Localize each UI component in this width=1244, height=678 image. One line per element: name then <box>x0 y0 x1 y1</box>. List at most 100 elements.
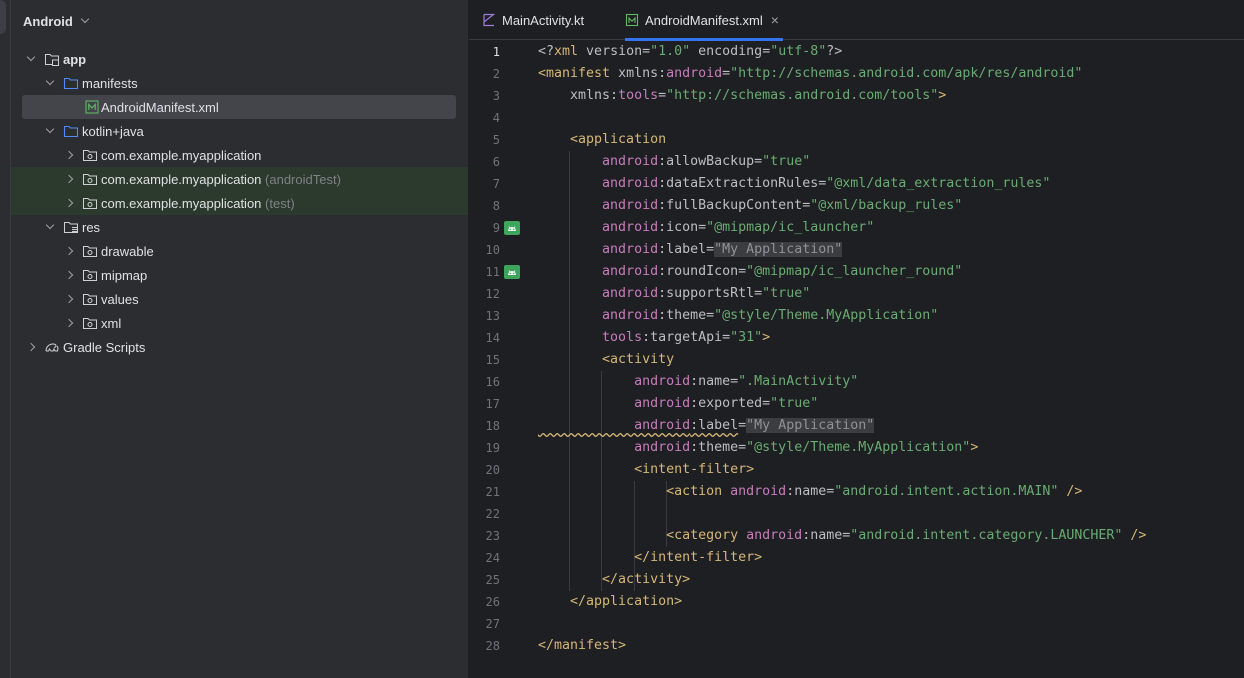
tab-mainactivity[interactable]: MainActivity.kt <box>482 0 584 40</box>
line-number: 23 <box>485 529 500 543</box>
chevron-down-icon[interactable] <box>24 52 38 66</box>
tree-item-androidmanifest[interactable]: AndroidManifest.xml <box>22 95 456 119</box>
code-token: encoding= <box>690 44 771 59</box>
code-token: </application> <box>538 594 683 609</box>
tree-item-label: app <box>63 51 87 67</box>
tree-item-package[interactable]: com.example.myapplication <box>11 143 468 167</box>
project-tool-window: Android app manifests AndroidManifest.xm… <box>11 0 468 678</box>
android-gutter-icon[interactable] <box>504 221 520 235</box>
tree-item-label: com.example.myapplication <box>101 147 262 163</box>
tree-item-label: AndroidManifest.xml <box>101 99 219 115</box>
chevron-down-icon[interactable] <box>43 220 57 234</box>
code-token: "@style/Theme.MyApplication" <box>746 440 971 455</box>
line-number: 22 <box>485 507 500 521</box>
package-icon <box>83 174 97 185</box>
code-token: :theme= <box>690 440 747 455</box>
line-number: 18 <box>485 419 500 433</box>
code-token: :allowBackup= <box>658 154 763 169</box>
code-token: android <box>538 264 659 279</box>
folder-icon <box>63 125 79 138</box>
chevron-right-icon[interactable] <box>62 292 76 306</box>
manifest-file-icon <box>85 100 99 114</box>
code-token: "31" <box>730 330 763 345</box>
code-token: /> <box>1122 528 1147 543</box>
package-icon <box>83 318 97 329</box>
code-token: <? <box>538 44 555 59</box>
package-icon <box>83 270 97 281</box>
code-token: </manifest> <box>538 638 627 653</box>
tree-item-label: com.example.myapplication <box>101 195 262 211</box>
code-token: "true" <box>770 396 819 411</box>
line-number: 21 <box>485 485 500 499</box>
tree-item-xml[interactable]: xml <box>11 311 468 335</box>
tool-window-button[interactable] <box>0 0 6 34</box>
tree-item-mipmap[interactable]: mipmap <box>11 263 468 287</box>
code-token: <action <box>538 484 731 499</box>
tree-item-package-test[interactable]: com.example.myapplication (test) <box>11 191 468 215</box>
tab-label: AndroidManifest.xml <box>645 12 763 28</box>
code-token: xmlns: <box>618 66 667 81</box>
chevron-right-icon[interactable] <box>62 172 76 186</box>
chevron-right-icon[interactable] <box>62 316 76 330</box>
code-token: </activity> <box>538 572 691 587</box>
line-number: 12 <box>485 287 500 301</box>
code-token: android <box>538 308 659 323</box>
chevron-right-icon[interactable] <box>62 268 76 282</box>
chevron-down-icon[interactable] <box>43 76 57 90</box>
code-token: :exported= <box>690 396 771 411</box>
line-number: 2 <box>492 67 500 81</box>
line-number: 19 <box>485 441 500 455</box>
code-token: </intent-filter> <box>538 550 763 565</box>
code-line: </manifest> <box>538 635 626 657</box>
package-icon <box>83 294 97 305</box>
close-icon[interactable]: × <box>771 12 779 28</box>
code-editor: MainActivity.kt AndroidManifest.xml × 12… <box>469 0 1244 678</box>
line-number: 15 <box>485 353 500 367</box>
tab-androidmanifest[interactable]: AndroidManifest.xml × <box>625 0 783 41</box>
tree-item-app[interactable]: app <box>11 47 468 71</box>
line-number: 11 <box>485 265 500 279</box>
code-token: = <box>738 418 747 433</box>
android-gutter-icon[interactable] <box>504 265 520 279</box>
tree-item-label: kotlin+java <box>82 123 144 139</box>
tree-item-label: drawable <box>101 243 154 259</box>
tree-item-package-androidtest[interactable]: com.example.myapplication (androidTest) <box>11 167 468 191</box>
code-area[interactable]: <?xml version="1.0" encoding="utf-8"?> <m… <box>538 41 1244 678</box>
tree-item-label: Gradle Scripts <box>63 339 146 355</box>
project-view-selector[interactable]: Android <box>11 0 468 42</box>
chevron-right-icon[interactable] <box>24 340 38 354</box>
code-line: <application <box>538 129 666 151</box>
code-token: android <box>538 242 659 257</box>
code-token: :targetApi= <box>642 330 731 345</box>
code-line: <?xml version="1.0" encoding="utf-8"?> <box>538 41 842 63</box>
code-token: :icon= <box>658 220 707 235</box>
module-folder-icon <box>45 54 59 66</box>
chevron-right-icon[interactable] <box>62 244 76 258</box>
code-token: android <box>538 374 691 389</box>
code-token: "@mipmap/ic_launcher" <box>706 220 875 235</box>
tree-item-gradle-scripts[interactable]: Gradle Scripts <box>11 335 468 359</box>
code-line: android:icon="@mipmap/ic_launcher" <box>538 217 874 239</box>
code-token: "My Application" <box>746 418 875 433</box>
tree-item-suffix: (test) <box>265 195 295 211</box>
tree-item-kotlin-java[interactable]: kotlin+java <box>11 119 468 143</box>
package-icon <box>83 150 97 161</box>
tree-item-manifests[interactable]: manifests <box>11 71 468 95</box>
tab-label: MainActivity.kt <box>502 12 585 28</box>
code-token: <intent-filter> <box>538 462 755 477</box>
code-token: tools <box>618 88 659 103</box>
tree-item-suffix: (androidTest) <box>265 171 341 187</box>
tree-item-res[interactable]: res <box>11 215 468 239</box>
line-number: 16 <box>485 375 500 389</box>
tree-item-values[interactable]: values <box>11 287 468 311</box>
code-line: <manifest xmlns:android="http://schemas.… <box>538 63 1082 85</box>
tree-item-drawable[interactable]: drawable <box>11 239 468 263</box>
code-token: version= <box>578 44 651 59</box>
code-token: :fullBackupContent= <box>658 198 811 213</box>
chevron-down-icon[interactable] <box>43 124 57 138</box>
code-token: "@style/Theme.MyApplication" <box>714 308 939 323</box>
code-line: android:label="My Application" <box>538 415 875 437</box>
chevron-right-icon[interactable] <box>62 148 76 162</box>
chevron-right-icon[interactable] <box>62 196 76 210</box>
resource-folder-icon <box>64 222 78 233</box>
